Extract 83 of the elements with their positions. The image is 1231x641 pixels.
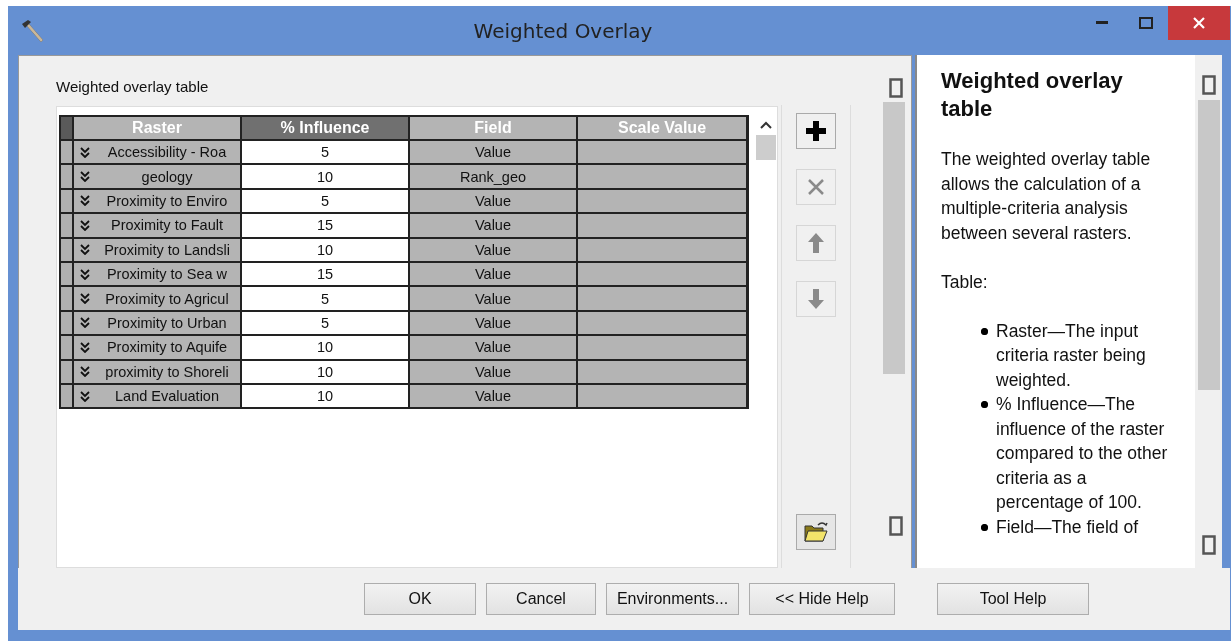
table-cell[interactable]: 15 <box>316 266 334 283</box>
square-icon <box>889 516 903 536</box>
square-icon <box>1201 75 1216 95</box>
table-cell[interactable]: Value <box>475 314 511 331</box>
chevron-down-icon[interactable] <box>80 195 90 207</box>
dialog-button[interactable]: Cancel <box>486 583 596 615</box>
column-header: Raster <box>132 119 182 137</box>
table-cell[interactable]: Value <box>475 241 511 258</box>
table-cell: proximity to Shoreli <box>105 362 229 381</box>
table-cell: Proximity to Landsli <box>104 240 230 259</box>
table-cell[interactable]: 5 <box>320 192 330 209</box>
chevron-down-icon[interactable] <box>80 146 90 158</box>
table-cell: Proximity to Fault <box>111 216 223 235</box>
table-cell[interactable]: 10 <box>316 168 334 185</box>
close-icon <box>806 177 826 197</box>
open-folder-button[interactable] <box>796 514 836 550</box>
chevron-down-icon[interactable] <box>80 366 90 378</box>
square-icon <box>889 78 903 98</box>
table-cell[interactable]: Value <box>475 217 511 234</box>
table-cell[interactable]: Value <box>475 290 511 307</box>
plus-icon <box>805 120 827 142</box>
column-header: Field <box>474 119 512 136</box>
help-title: Weighted overlay table <box>941 67 1124 123</box>
close-icon <box>1192 16 1206 30</box>
scrollbar-thumb[interactable] <box>883 102 905 374</box>
arrow-up-icon <box>807 232 825 254</box>
table-label: Weighted overlay table <box>56 78 210 97</box>
table-cell[interactable]: Value <box>475 363 511 380</box>
table-cell[interactable]: 15 <box>316 217 334 234</box>
table-cell[interactable]: 10 <box>316 339 334 356</box>
window-title: Weighted Overlay <box>473 18 653 43</box>
table-cell[interactable]: Value <box>475 266 511 283</box>
scrollbar-thumb[interactable] <box>756 135 776 160</box>
chevron-down-icon[interactable] <box>80 390 90 402</box>
dialog-button[interactable]: Tool Help <box>937 583 1089 615</box>
close-button[interactable] <box>1168 6 1230 40</box>
help-text: Field—The field of <box>996 515 1138 539</box>
chevron-down-icon[interactable] <box>80 341 90 353</box>
table-cell: Land Evaluation <box>115 387 219 406</box>
table-cell[interactable]: Value <box>475 388 511 405</box>
chevron-down-icon[interactable] <box>80 219 90 231</box>
table-cell[interactable]: 10 <box>316 241 334 258</box>
table-cell: Accessibility - Roa <box>107 143 227 162</box>
bullet-icon <box>981 327 988 335</box>
minimize-icon <box>1096 21 1108 25</box>
table-cell: Proximity to Urban <box>107 313 227 332</box>
scrollbar-thumb[interactable] <box>1197 100 1220 390</box>
column-header: % Influence <box>280 119 370 136</box>
help-text: Table: <box>941 270 989 294</box>
chevron-down-icon[interactable] <box>80 244 90 256</box>
add-button[interactable] <box>796 113 836 149</box>
table-cell: Proximity to Aquife <box>106 338 228 357</box>
table-cell: Proximity to Agricul <box>105 289 229 308</box>
table-cell[interactable]: Value <box>475 339 511 356</box>
column-header: Scale Value <box>617 119 707 136</box>
help-text: The weighted overlay table allows the calculation of a multiple-criteria analysis between several rasters. <box>941 148 1152 245</box>
arrow-down-icon <box>807 288 825 310</box>
table-cell: Proximity to Sea w <box>106 265 228 284</box>
help-text: % Influence—The influence of the raster compared to the other criteria as a percentage of 100. <box>996 393 1169 514</box>
table-cell[interactable]: 5 <box>320 144 330 161</box>
table-cell[interactable]: 10 <box>316 363 334 380</box>
table-cell[interactable]: Value <box>475 192 511 209</box>
help-text: Raster—The input criteria raster being weighted. <box>996 319 1147 392</box>
folder-icon <box>803 521 829 543</box>
table-cell: Proximity to Enviro <box>106 191 228 210</box>
table-cell[interactable]: 5 <box>320 290 330 307</box>
hammer-icon <box>20 17 46 44</box>
scroll-up-icon[interactable] <box>760 121 772 129</box>
chevron-down-icon[interactable] <box>80 317 90 329</box>
square-icon <box>1201 535 1216 555</box>
bullet-icon <box>981 523 988 531</box>
chevron-down-icon[interactable] <box>80 268 90 280</box>
dialog-button[interactable]: << Hide Help <box>749 583 895 615</box>
dialog-button[interactable]: OK <box>364 583 476 615</box>
bullet-icon <box>981 401 988 408</box>
chevron-down-icon[interactable] <box>80 293 90 305</box>
table-cell[interactable]: 5 <box>320 314 330 331</box>
dialog-button[interactable]: Environments... <box>606 583 739 615</box>
chevron-down-icon[interactable] <box>80 171 90 183</box>
table-cell[interactable]: 10 <box>316 388 334 405</box>
table-cell[interactable]: Value <box>475 144 511 161</box>
table-cell: geology <box>141 167 193 186</box>
maximize-icon <box>1139 17 1153 29</box>
